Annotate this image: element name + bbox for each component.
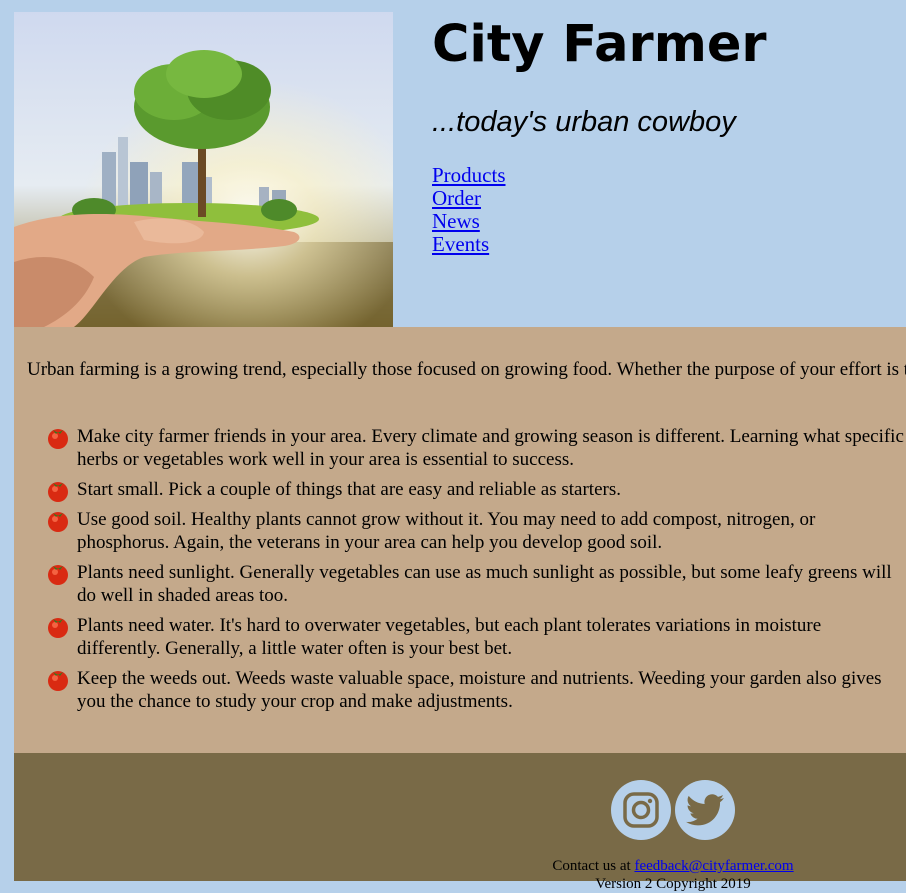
copyright-text: Version 2 Copyright 2019 xyxy=(595,876,751,892)
social-links xyxy=(611,780,735,840)
tomato-icon xyxy=(48,482,68,502)
list-item: Start small. Pick a couple of things tha… xyxy=(45,478,905,502)
tip-text: Make city farmer friends in your area. E… xyxy=(77,426,904,470)
intro-paragraph: Urban farming is a growing trend, especi… xyxy=(27,359,906,380)
instagram-button[interactable] xyxy=(611,780,671,840)
main-content: Urban farming is a growing trend, especi… xyxy=(14,327,906,753)
tip-text: Start small. Pick a couple of things tha… xyxy=(77,479,621,500)
contact-email-link[interactable]: feedback@cityfarmer.com xyxy=(634,858,793,874)
nav-link-events[interactable]: Events xyxy=(432,233,506,256)
tomato-icon xyxy=(48,429,68,449)
tip-text: Keep the weeds out. Weeds waste valuable… xyxy=(77,668,882,712)
tomato-icon xyxy=(48,671,68,691)
tips-list: Make city farmer friends in your area. E… xyxy=(45,425,905,720)
tip-text: Plants need sunlight. Generally vegetabl… xyxy=(77,562,892,606)
site-title: City Farmer xyxy=(432,15,767,74)
twitter-button[interactable] xyxy=(675,780,735,840)
list-item: Plants need sunlight. Generally vegetabl… xyxy=(45,561,905,607)
list-item: Make city farmer friends in your area. E… xyxy=(45,425,905,471)
site-tagline: ...today's urban cowboy xyxy=(432,106,736,138)
tip-text: Use good soil. Healthy plants cannot gro… xyxy=(77,509,816,553)
tomato-icon xyxy=(48,618,68,638)
list-item: Keep the weeds out. Weeds waste valuable… xyxy=(45,667,905,713)
instagram-icon xyxy=(623,792,659,828)
tip-text: Plants need water. It's hard to overwate… xyxy=(77,615,822,659)
contact-prefix: Contact us at xyxy=(552,858,635,874)
hero-image xyxy=(14,12,393,327)
list-item: Use good soil. Healthy plants cannot gro… xyxy=(45,508,905,554)
main-nav: Products Order News Events xyxy=(432,164,506,256)
list-item: Plants need water. It's hard to overwate… xyxy=(45,614,905,660)
tomato-icon xyxy=(48,565,68,585)
page-footer: Contact us at feedback@cityfarmer.com Ve… xyxy=(14,753,906,892)
nav-link-news[interactable]: News xyxy=(432,210,506,233)
tomato-icon xyxy=(48,512,68,532)
twitter-icon xyxy=(686,794,724,826)
nav-link-products[interactable]: Products xyxy=(432,164,506,187)
nav-link-order[interactable]: Order xyxy=(432,187,506,210)
contact-line: Contact us at feedback@cityfarmer.com xyxy=(14,857,906,875)
